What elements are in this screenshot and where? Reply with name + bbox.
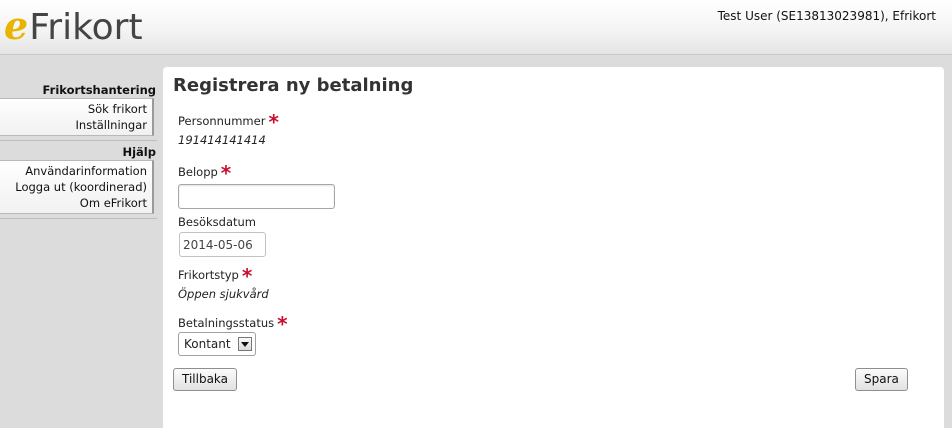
logo-text: Frikort: [29, 7, 143, 48]
chevron-down-icon[interactable]: [238, 337, 252, 351]
sidebar-item-om-efrikort[interactable]: Om eFrikort: [0, 195, 147, 211]
sidebar-item-installningar[interactable]: Inställningar: [0, 117, 147, 133]
main-panel: Registrera ny betalning Personnummer * 19…: [163, 67, 944, 428]
sidebar-item-sok-frikort[interactable]: Sök frikort: [0, 101, 147, 117]
page-title: Registrera ny betalning: [173, 75, 414, 96]
personnummer-value: 191414141414: [178, 133, 266, 147]
sidebar-menu-frikortshantering: Sök frikort Inställningar: [0, 98, 154, 136]
besoksdatum-label: Besöksdatum: [178, 215, 256, 229]
frikortstyp-label-text: Frikortstyp: [178, 268, 239, 282]
betalningsstatus-selected-value: Kontant: [184, 337, 231, 351]
betalningsstatus-label: Betalningsstatus *: [178, 314, 288, 334]
frikortstyp-label: Frikortstyp *: [178, 266, 252, 286]
personnummer-label-text: Personnummer: [178, 114, 266, 128]
sidebar-menu-hjalp: Användarinformation Logga ut (koordinera…: [0, 160, 154, 214]
header-bar: eFrikort Test User (SE13813023981), Efri…: [0, 0, 952, 55]
betalningsstatus-select[interactable]: Kontant: [178, 332, 256, 356]
back-button[interactable]: Tillbaka: [173, 368, 238, 391]
required-marker: *: [241, 264, 253, 288]
sidebar-divider: [0, 139, 157, 141]
required-marker: *: [268, 110, 279, 134]
sidebar-heading-frikortshantering: Frikortshantering: [42, 83, 156, 97]
sidebar: Frikortshantering Sök frikort Inställnin…: [0, 82, 157, 222]
required-marker: *: [277, 312, 288, 336]
frikortstyp-value: Öppen sjukvård: [178, 287, 269, 301]
logo-e: e: [4, 3, 29, 48]
sidebar-item-anvandarinformation[interactable]: Användarinformation: [0, 163, 147, 179]
personnummer-label: Personnummer *: [178, 112, 279, 132]
efrikort-logo: eFrikort: [4, 3, 143, 49]
required-marker: *: [220, 161, 232, 185]
belopp-input[interactable]: [178, 184, 335, 209]
besoksdatum-input[interactable]: [179, 232, 266, 257]
betalningsstatus-label-text: Betalningsstatus: [178, 316, 275, 330]
user-info: Test User (SE13813023981), Efrikort: [717, 9, 936, 23]
sidebar-heading-hjalp: Hjälp: [122, 145, 156, 159]
sidebar-item-logga-ut[interactable]: Logga ut (koordinerad): [0, 179, 147, 195]
save-button[interactable]: Spara: [855, 368, 908, 391]
belopp-label-text: Belopp: [178, 165, 218, 179]
belopp-label: Belopp *: [178, 163, 231, 183]
sidebar-divider: [0, 217, 157, 219]
